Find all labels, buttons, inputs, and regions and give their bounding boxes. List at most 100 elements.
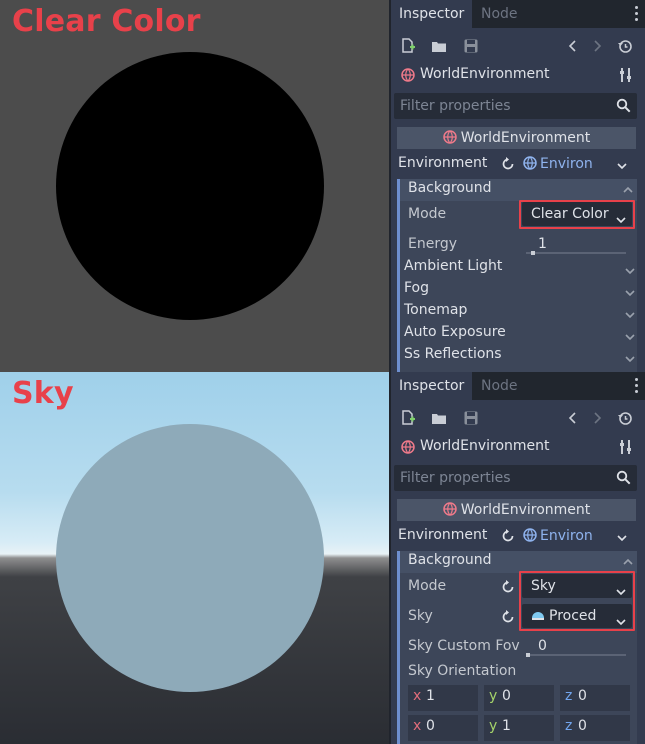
axis-value: 1: [502, 718, 511, 734]
tab-inspector[interactable]: Inspector: [391, 0, 473, 28]
chevron-down-icon: [616, 611, 626, 635]
energy-slider[interactable]: 1: [526, 234, 626, 255]
chevron-down-icon[interactable]: [617, 159, 627, 170]
chevron-down-icon: [625, 352, 635, 363]
slider-grabber[interactable]: [531, 251, 535, 255]
mode-value: Clear Color: [531, 206, 609, 222]
world-environment-icon: [442, 129, 457, 151]
orientation-row-1: x 1 y 0 z 0: [408, 685, 636, 711]
viewport-clear-color[interactable]: Clear Color: [0, 0, 389, 372]
revert-icon[interactable]: [500, 528, 516, 544]
filter-properties-field[interactable]: [394, 93, 637, 119]
open-folder-icon[interactable]: [431, 410, 447, 426]
vector-field-y[interactable]: y 0: [484, 685, 554, 711]
chevron-down-icon[interactable]: [617, 531, 627, 542]
section-tonemap[interactable]: Tonemap: [391, 302, 645, 324]
tab-inspector[interactable]: Inspector: [391, 372, 473, 400]
section-fog[interactable]: Fog: [391, 280, 645, 302]
tab-node[interactable]: Node: [473, 0, 526, 28]
chevron-up-icon[interactable]: [623, 555, 633, 565]
save-icon[interactable]: [463, 410, 479, 426]
history-back-icon[interactable]: [565, 38, 581, 54]
inspector-toolbar: [391, 404, 645, 432]
sky-resource-picker[interactable]: Proced: [522, 604, 632, 628]
object-history-icon[interactable]: [617, 38, 633, 54]
selected-object-row[interactable]: WorldEnvironment: [391, 64, 645, 88]
mode-dropdown[interactable]: Sky: [522, 574, 632, 598]
sky-custom-fov-property: Sky Custom Fov 0: [391, 633, 645, 661]
dock-tabs: Inspector Node: [391, 372, 645, 400]
background-group-header[interactable]: Background: [400, 551, 637, 573]
object-tools-icon[interactable]: [619, 439, 633, 459]
dock-menu-icon[interactable]: [635, 6, 639, 22]
environment-resource-link[interactable]: Environ: [523, 524, 593, 548]
inspector-toolbar: [391, 32, 645, 60]
chevron-down-icon: [625, 308, 635, 319]
chevron-down-icon: [625, 286, 635, 297]
axis-label: x: [413, 688, 422, 704]
environment-resource-link[interactable]: Environ: [523, 152, 593, 176]
vector-field-z[interactable]: z 0: [560, 685, 630, 711]
resource-header-label: WorldEnvironment: [460, 130, 591, 146]
energy-label: Energy: [408, 236, 458, 252]
mode-value: Sky: [531, 578, 556, 594]
object-tools-icon[interactable]: [619, 67, 633, 87]
sky-example: Sky Inspector Node WorldEnvironment Filt…: [0, 372, 645, 744]
world-environment-icon: [401, 440, 415, 458]
axis-label: x: [413, 718, 422, 734]
search-icon: [616, 470, 631, 489]
filter-properties-field[interactable]: [394, 465, 637, 491]
sky-orientation-label: Sky Orientation: [408, 663, 517, 679]
axis-value: 0: [578, 688, 587, 704]
new-resource-icon[interactable]: [400, 38, 416, 54]
vector-field-x[interactable]: x 0: [408, 715, 478, 741]
slider-grabber[interactable]: [526, 653, 530, 657]
section-ambient-light[interactable]: Ambient Light: [391, 258, 645, 280]
viewport-sky[interactable]: Sky: [0, 372, 389, 744]
caption-sky: Sky: [12, 376, 74, 411]
revert-icon[interactable]: [500, 579, 516, 595]
filter-properties-input[interactable]: [394, 93, 610, 119]
world-environment-icon: [442, 501, 457, 523]
revert-icon[interactable]: [500, 156, 516, 172]
procedural-sky-icon: [531, 605, 545, 629]
clear-color-example: Clear Color Inspector Node WorldEnvironm…: [0, 0, 645, 372]
vector-field-y[interactable]: y 1: [484, 715, 554, 741]
tab-node[interactable]: Node: [473, 372, 526, 400]
object-name: WorldEnvironment: [420, 438, 550, 454]
section-ss-reflections[interactable]: Ss Reflections: [391, 346, 645, 368]
orientation-row-2: x 0 y 1 z 0: [408, 715, 636, 741]
selected-object-row[interactable]: WorldEnvironment: [391, 436, 645, 460]
mode-label: Mode: [408, 206, 447, 222]
object-history-icon[interactable]: [617, 410, 633, 426]
mode-property: Mode Clear Color: [391, 200, 645, 229]
dock-menu-icon[interactable]: [635, 378, 639, 394]
section-label: Ambient Light: [404, 258, 503, 274]
vector-field-x[interactable]: x 1: [408, 685, 478, 711]
axis-value: 0: [502, 688, 511, 704]
save-icon[interactable]: [463, 38, 479, 54]
background-group-header[interactable]: Background: [400, 179, 637, 201]
revert-icon[interactable]: [500, 609, 516, 625]
chevron-down-icon: [616, 209, 626, 233]
history-back-icon[interactable]: [565, 410, 581, 426]
new-resource-icon[interactable]: [400, 410, 416, 426]
environment-label: Environment: [398, 155, 488, 171]
environment-icon: [523, 526, 537, 550]
sky-custom-fov-label: Sky Custom Fov: [408, 638, 520, 654]
sky-custom-fov-value: 0: [538, 638, 547, 654]
vector-field-z[interactable]: z 0: [560, 715, 630, 741]
axis-label: z: [565, 718, 573, 734]
resource-header: WorldEnvironment: [397, 499, 636, 521]
chevron-up-icon[interactable]: [623, 183, 633, 193]
history-forward-icon[interactable]: [589, 410, 605, 426]
sky-custom-fov-slider[interactable]: 0: [526, 636, 626, 657]
mode-dropdown[interactable]: Clear Color: [522, 202, 632, 226]
open-folder-icon[interactable]: [431, 38, 447, 54]
section-auto-exposure[interactable]: Auto Exposure: [391, 324, 645, 346]
filter-properties-input[interactable]: [394, 465, 610, 491]
sky-property: Sky Proced: [391, 603, 645, 631]
axis-label: y: [489, 688, 498, 704]
sky-label: Sky: [408, 608, 433, 624]
history-forward-icon[interactable]: [589, 38, 605, 54]
